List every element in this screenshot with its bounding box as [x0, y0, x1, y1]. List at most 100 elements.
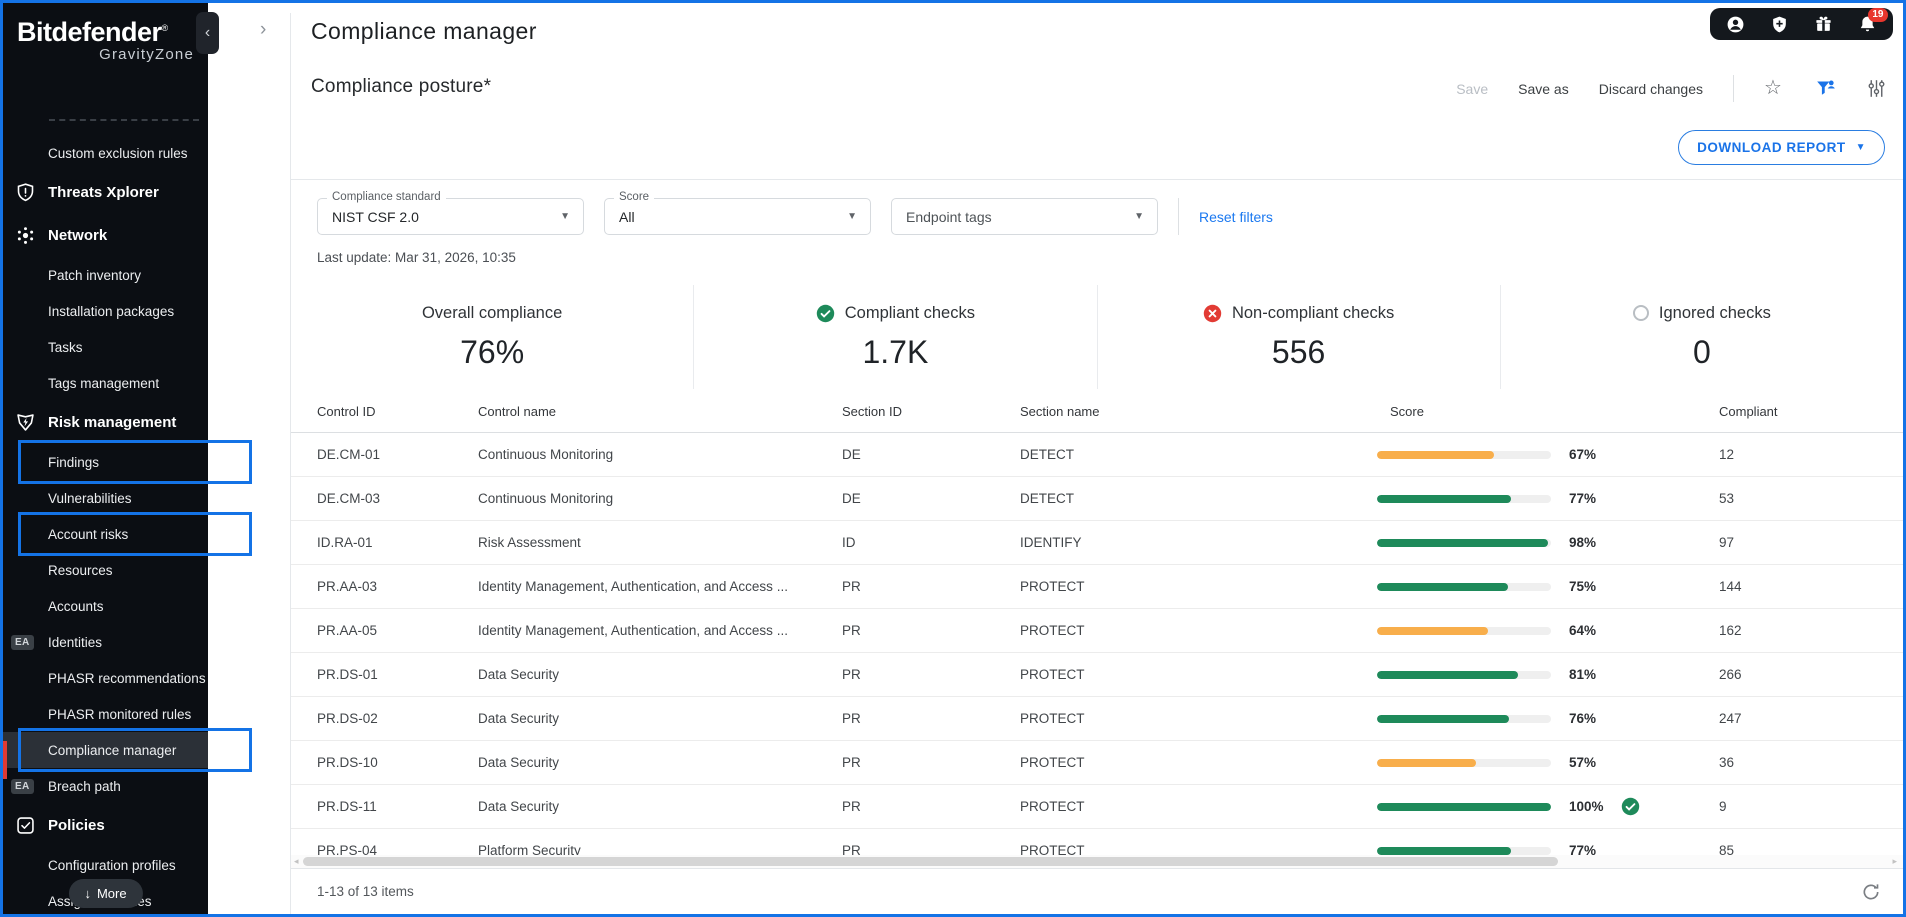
download-report-button[interactable]: DOWNLOAD REPORT ▼: [1678, 130, 1885, 165]
account-icon[interactable]: [1726, 15, 1745, 34]
policy-icon: [15, 815, 36, 836]
cell-control-name: Data Security: [478, 711, 842, 726]
scroll-right-arrow-icon[interactable]: ▸: [1892, 855, 1897, 868]
sidebar-item-identities[interactable]: EAIdentities: [3, 624, 208, 660]
filter-user-icon[interactable]: [1815, 78, 1836, 99]
sidebar-item-phasr-monitored-rules[interactable]: PHASR monitored rules: [3, 696, 208, 732]
score-bar: [1377, 627, 1551, 635]
cell-control-name: Continuous Monitoring: [478, 491, 842, 506]
cell-control-name: Data Security: [478, 799, 842, 814]
endpoint-tags-select[interactable]: Endpoint tags ▼: [891, 198, 1158, 235]
more-button-label: More: [97, 886, 127, 901]
table-row-pr-ds-10[interactable]: PR.DS-10Data SecurityPRPROTECT57%36: [291, 741, 1903, 785]
cell-control-name: Identity Management, Authentication, and…: [478, 579, 842, 594]
sidebar-item-phasr-recommendations[interactable]: PHASR recommendations: [3, 660, 208, 696]
table-row-id-ra-01[interactable]: ID.RA-01Risk AssessmentIDIDENTIFY98%97: [291, 521, 1903, 565]
cell-compliant: 266: [1719, 667, 1903, 682]
shield-plus-icon[interactable]: [1770, 15, 1789, 34]
stat-label: Non-compliant checks: [1232, 304, 1394, 323]
stat-value: 76%: [460, 334, 524, 371]
table-row-pr-ds-11[interactable]: PR.DS-11Data SecurityPRPROTECT100%9: [291, 785, 1903, 829]
reset-filters-link[interactable]: Reset filters: [1199, 209, 1273, 225]
cell-score: 64%: [1377, 623, 1719, 638]
brand-logo: Bitdefender® GravityZone: [3, 3, 208, 63]
cell-section-name: PROTECT: [1020, 755, 1377, 770]
sidebar-item-label: Installation packages: [48, 304, 174, 319]
refresh-icon[interactable]: [1861, 882, 1881, 902]
sidebar-item-tags-management[interactable]: Tags management: [3, 365, 208, 401]
cell-section-name: DETECT: [1020, 447, 1377, 462]
stat-non-compliant-checks: Non-compliant checks 556: [1097, 285, 1500, 389]
score-select[interactable]: Score All ▼: [604, 198, 871, 235]
table-row-de-cm-03[interactable]: DE.CM-03Continuous MonitoringDEDETECT77%…: [291, 477, 1903, 521]
divider: [1178, 198, 1179, 235]
sidebar-item-label: PHASR monitored rules: [48, 707, 191, 722]
stat-value: 556: [1272, 334, 1325, 371]
cell-compliant: 36: [1719, 755, 1903, 770]
sidebar-collapse-handle[interactable]: ‹: [196, 12, 219, 54]
cell-control-name: Identity Management, Authentication, and…: [478, 623, 842, 638]
sidebar-item-patch-inventory[interactable]: Patch inventory: [3, 257, 208, 293]
main-area: › Compliance manager 19 Compliance postu…: [208, 3, 1903, 914]
column-header-section-name: Section name: [1020, 404, 1377, 419]
sidebar-item-policies[interactable]: Policies: [3, 804, 208, 847]
sidebar-item-compliance-manager[interactable]: Compliance manager: [3, 732, 208, 768]
scrollbar-thumb[interactable]: [303, 857, 1558, 866]
cell-section-id: PR: [842, 667, 1020, 682]
shield-bolt-icon: [15, 412, 36, 433]
stat-overall-compliance: Overall compliance 76%: [291, 285, 693, 389]
table-row-pr-ds-01[interactable]: PR.DS-01Data SecurityPRPROTECT81%266: [291, 653, 1903, 697]
horizontal-scrollbar[interactable]: ◂ ▸: [291, 855, 1903, 868]
table-row-pr-aa-05[interactable]: PR.AA-05Identity Management, Authenticat…: [291, 609, 1903, 653]
cell-compliant: 162: [1719, 623, 1903, 638]
sidebar-item-threats-xplorer[interactable]: Threats Xplorer: [3, 171, 208, 214]
stat-value: 0: [1693, 334, 1711, 371]
product-name: GravityZone: [17, 46, 198, 63]
gift-icon[interactable]: [1814, 15, 1833, 34]
table-row-pr-ds-02[interactable]: PR.DS-02Data SecurityPRPROTECT76%247: [291, 697, 1903, 741]
chevron-right-icon[interactable]: ›: [260, 19, 266, 41]
sidebar-item-vulnerabilities[interactable]: Vulnerabilities: [3, 480, 208, 516]
discard-changes-button[interactable]: Discard changes: [1599, 81, 1703, 97]
save-as-button[interactable]: Save as: [1518, 81, 1569, 97]
stat-label: Ignored checks: [1659, 304, 1771, 323]
sidebar-item-label: Risk management: [48, 414, 176, 431]
divider: [1733, 75, 1734, 102]
sidebar-item-label: Patch inventory: [48, 268, 141, 283]
cell-score: 100%: [1377, 797, 1719, 816]
sidebar-item-network[interactable]: Network: [3, 214, 208, 257]
bell-icon[interactable]: 19: [1858, 15, 1877, 34]
sidebar-item-findings[interactable]: Findings: [3, 444, 208, 480]
cell-compliant: 144: [1719, 579, 1903, 594]
sliders-icon[interactable]: [1866, 78, 1887, 99]
sidebar-item-tasks[interactable]: Tasks: [3, 329, 208, 365]
sidebar-item-installation-packages[interactable]: Installation packages: [3, 293, 208, 329]
more-button[interactable]: ↓ More: [68, 879, 142, 908]
star-icon[interactable]: ☆: [1764, 78, 1785, 99]
compliance-standard-select[interactable]: Compliance standard NIST CSF 2.0 ▼: [317, 198, 584, 235]
sidebar-item-custom-exclusion-rules[interactable]: Custom exclusion rules: [3, 135, 208, 171]
table-row-de-cm-01[interactable]: DE.CM-01Continuous MonitoringDEDETECT67%…: [291, 433, 1903, 477]
sidebar-item-risk-management[interactable]: Risk management: [3, 401, 208, 444]
score-bar: [1377, 451, 1551, 459]
table-row-pr-aa-03[interactable]: PR.AA-03Identity Management, Authenticat…: [291, 565, 1903, 609]
sidebar-item-account-risks[interactable]: Account risks: [3, 516, 208, 552]
table-row-pr-ps-04[interactable]: PR.PS-04Platform SecurityPRPROTECT77%85: [291, 829, 1903, 855]
save-button[interactable]: Save: [1456, 81, 1488, 97]
sidebar-item-configuration-profiles[interactable]: Configuration profiles: [3, 847, 208, 883]
stat-ignored-checks: Ignored checks 0: [1500, 285, 1903, 389]
scroll-left-arrow-icon[interactable]: ◂: [294, 855, 299, 868]
cell-section-name: DETECT: [1020, 491, 1377, 506]
stat-compliant-checks: Compliant checks 1.7K: [693, 285, 1096, 389]
sidebar-item-resources[interactable]: Resources: [3, 552, 208, 588]
brand-name: Bitdefender®: [17, 17, 198, 48]
table-footer: 1-13 of 13 items: [291, 868, 1903, 914]
score-percent: 81%: [1569, 667, 1609, 682]
cell-control-id: PR.AA-03: [317, 579, 478, 594]
ea-badge: EA: [11, 779, 34, 794]
sidebar-item-breach-path[interactable]: EABreach path: [3, 768, 208, 804]
chevron-down-icon: ▼: [847, 211, 857, 222]
cell-score: 81%: [1377, 667, 1719, 682]
sidebar-item-accounts[interactable]: Accounts: [3, 588, 208, 624]
score-percent: 77%: [1569, 491, 1609, 506]
